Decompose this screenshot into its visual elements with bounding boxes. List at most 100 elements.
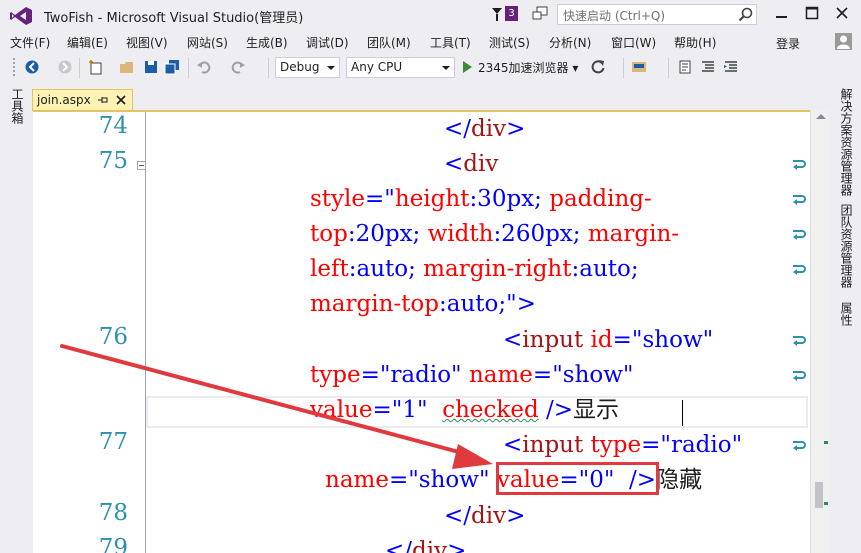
browser-link-icon[interactable] bbox=[631, 59, 647, 75]
document-tab-join-aspx[interactable]: join.aspx bbox=[32, 89, 133, 111]
scrollbar-thumb[interactable] bbox=[815, 482, 823, 508]
code-token: </ bbox=[385, 538, 413, 553]
new-project-icon[interactable] bbox=[88, 59, 104, 75]
code-token: > bbox=[516, 291, 536, 317]
solution-configuration-select[interactable]: Debug bbox=[275, 57, 340, 78]
search-icon[interactable] bbox=[738, 7, 753, 22]
minimize-icon[interactable] bbox=[775, 5, 789, 21]
comment-icon[interactable] bbox=[677, 59, 693, 75]
scroll-up-icon[interactable] bbox=[816, 114, 826, 119]
close-tab-icon[interactable] bbox=[115, 94, 127, 106]
maximize-icon[interactable] bbox=[805, 5, 819, 21]
code-token: ="show" bbox=[388, 467, 490, 493]
start-debugging-button[interactable]: 2345加速浏览器 ▾ bbox=[463, 59, 578, 76]
code-token: > bbox=[506, 116, 526, 142]
code-token: 隐藏 bbox=[656, 467, 703, 493]
menu-analyze[interactable]: 分析(N) bbox=[549, 34, 591, 51]
word-wrap-icon bbox=[793, 160, 806, 170]
title-bar: TwoFish - Microsoft Visual Studio(管理员) 3… bbox=[0, 0, 861, 31]
word-wrap-icon bbox=[793, 195, 806, 205]
menu-file[interactable]: 文件(F) bbox=[10, 34, 50, 51]
code-token: " bbox=[506, 291, 517, 317]
code-token: padding- bbox=[549, 186, 652, 212]
toolbar-separator bbox=[623, 58, 624, 78]
text-cursor bbox=[682, 400, 683, 426]
vertical-scrollbar[interactable] bbox=[810, 110, 829, 553]
line-number: 75 bbox=[98, 148, 128, 174]
code-token: 显示 bbox=[573, 397, 620, 423]
document-tab-label: join.aspx bbox=[37, 93, 91, 107]
line-number: 76 bbox=[98, 324, 128, 350]
outlining-margin bbox=[145, 112, 146, 553]
indent-icon[interactable] bbox=[723, 59, 739, 75]
toolbar-grip[interactable] bbox=[12, 57, 16, 78]
code-token: ="show" bbox=[532, 362, 634, 388]
menu-window[interactable]: 窗口(W) bbox=[611, 34, 656, 51]
menu-view[interactable]: 视图(V) bbox=[126, 34, 168, 51]
play-icon bbox=[463, 61, 472, 73]
word-wrap-icon bbox=[793, 230, 806, 240]
code-token: < bbox=[444, 151, 464, 177]
word-wrap-icon bbox=[793, 441, 806, 451]
navigate-forward-icon[interactable] bbox=[57, 59, 73, 75]
format-document-icon[interactable] bbox=[700, 59, 716, 75]
code-token: value bbox=[310, 397, 373, 423]
properties-tab[interactable]: 属性 bbox=[838, 302, 855, 326]
code-token: ="radio" bbox=[360, 362, 462, 388]
code-token: type bbox=[583, 432, 642, 458]
save-all-icon[interactable] bbox=[164, 59, 180, 75]
scrollbar-change-marker bbox=[824, 441, 828, 444]
notification-flag-icon[interactable] bbox=[490, 6, 504, 22]
notification-count-badge[interactable]: 3 bbox=[505, 6, 518, 21]
feedback-icon[interactable] bbox=[532, 6, 548, 22]
toolbox-tab[interactable]: 工具箱 bbox=[9, 88, 26, 124]
open-file-icon[interactable] bbox=[119, 59, 135, 75]
account-icon[interactable] bbox=[835, 33, 852, 50]
left-tool-window-strip: 工具箱 bbox=[0, 82, 31, 553]
quick-launch-input[interactable]: 快速启动 (Ctrl+Q) bbox=[557, 4, 757, 25]
pin-icon[interactable] bbox=[97, 94, 109, 106]
code-token: :auto; bbox=[571, 256, 639, 282]
code-token: div bbox=[471, 116, 507, 142]
menu-team[interactable]: 团队(M) bbox=[367, 34, 411, 51]
code-token: top bbox=[310, 221, 348, 247]
navigate-back-icon[interactable] bbox=[24, 59, 40, 75]
code-token: ="1" bbox=[372, 397, 428, 423]
code-token: id bbox=[583, 327, 613, 353]
solution-platform-select[interactable]: Any CPU bbox=[346, 57, 455, 78]
menu-test[interactable]: 测试(S) bbox=[489, 34, 530, 51]
menu-edit[interactable]: 编辑(E) bbox=[67, 34, 108, 51]
code-token: input bbox=[522, 432, 584, 458]
chevron-down-icon bbox=[442, 66, 450, 70]
code-token: </ bbox=[444, 116, 472, 142]
close-window-icon[interactable] bbox=[835, 5, 849, 21]
code-token: :auto; bbox=[348, 256, 424, 282]
redo-icon[interactable] bbox=[230, 59, 246, 75]
menu-debug[interactable]: 调试(D) bbox=[306, 34, 349, 51]
login-link[interactable]: 登录 bbox=[776, 35, 800, 52]
undo-icon[interactable] bbox=[196, 59, 212, 75]
menu-build[interactable]: 生成(B) bbox=[246, 34, 288, 51]
line-number: 77 bbox=[98, 429, 128, 455]
toolbar-separator bbox=[668, 58, 669, 78]
code-token: ="show" bbox=[612, 327, 714, 353]
code-token: margin-right bbox=[423, 256, 572, 282]
highlight-box-annotation bbox=[496, 462, 659, 495]
line-number: 78 bbox=[98, 500, 128, 526]
code-token: name bbox=[325, 467, 389, 493]
code-token: :30px; bbox=[469, 186, 550, 212]
code-token: margin- bbox=[587, 221, 680, 247]
menu-tools[interactable]: 工具(T) bbox=[430, 34, 471, 51]
code-token: =" bbox=[365, 186, 395, 212]
menu-website[interactable]: 网站(S) bbox=[187, 34, 228, 51]
save-icon[interactable] bbox=[143, 59, 159, 75]
code-editor[interactable]: 74 75 76 77 78 79 </div> <div style="hei… bbox=[33, 110, 829, 553]
menu-help[interactable]: 帮助(H) bbox=[674, 34, 716, 51]
refresh-icon[interactable] bbox=[590, 59, 606, 75]
team-explorer-tab[interactable]: 团队资源管理器 bbox=[838, 204, 855, 288]
window-title: TwoFish - Microsoft Visual Studio(管理员) bbox=[44, 11, 304, 26]
run-target-label: 2345加速浏览器 bbox=[478, 61, 569, 75]
collapse-toggle-icon[interactable] bbox=[137, 161, 146, 170]
solution-explorer-tab[interactable]: 解决方案资源管理器 bbox=[838, 88, 855, 196]
